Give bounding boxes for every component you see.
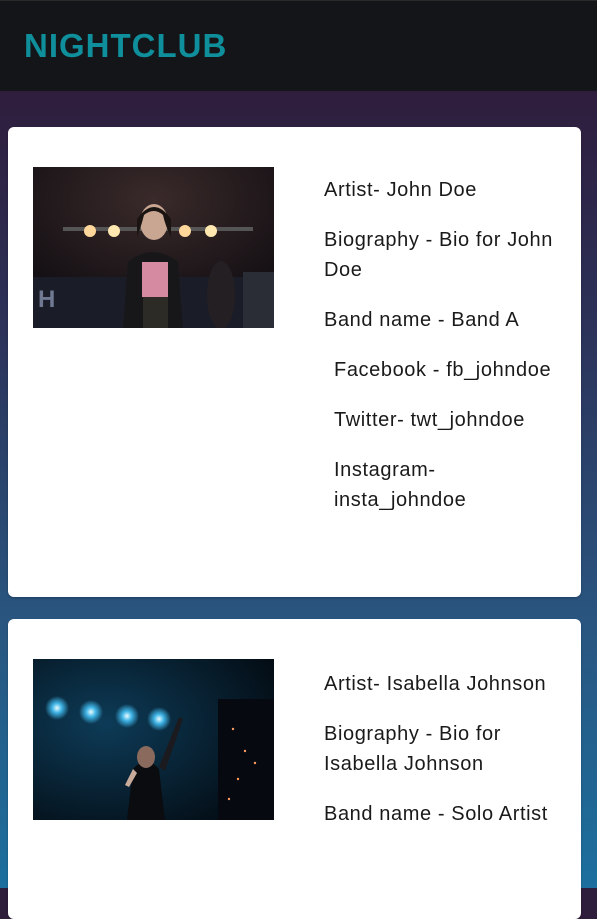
svg-text:H: H (38, 286, 55, 313)
artist-biography: Biography - Bio for Isabella Johnson (324, 723, 502, 775)
concert-performer-image: H (33, 167, 274, 328)
artist-card: Artist- Isabella Johnson Biography - Bio… (8, 619, 581, 919)
brand-logo[interactable]: NIGHTCLUB (24, 27, 227, 65)
artist-info: Artist- John Doe Biography - Bio for Joh… (324, 175, 559, 535)
band-name: Band name - Band A (324, 309, 520, 331)
artist-name: Artist- John Doe (324, 179, 477, 201)
artist-photo (33, 659, 274, 820)
facebook-handle: Facebook - fb_johndoe (334, 359, 552, 381)
stage-singer-image (33, 659, 274, 820)
artist-biography: Biography - Bio for John Doe (324, 229, 553, 281)
top-navbar: NIGHTCLUB (0, 0, 597, 91)
artist-card: H Artist- John Doe Biography - Bio for J… (8, 127, 581, 597)
instagram-handle: Instagram- insta_johndoe (334, 459, 467, 511)
artist-name: Artist- Isabella Johnson (324, 673, 547, 695)
artist-photo: H (33, 167, 274, 328)
band-name: Band name - Solo Artist (324, 803, 548, 825)
artist-info: Artist- Isabella Johnson Biography - Bio… (324, 669, 559, 849)
twitter-handle: Twitter- twt_johndoe (334, 409, 525, 431)
